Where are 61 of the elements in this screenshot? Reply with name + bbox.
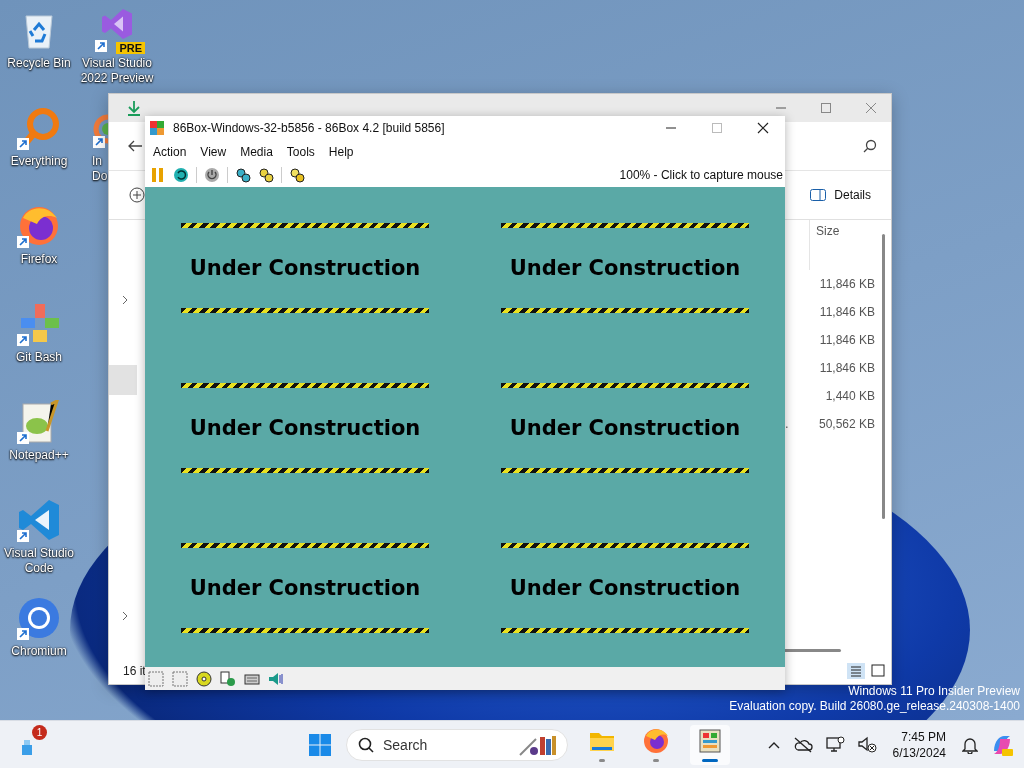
notification-badge: 1	[32, 724, 47, 740]
taskbar-button[interactable]	[690, 724, 730, 765]
banner-text: Under Construction	[189, 255, 421, 282]
banner-text: Under Construction	[509, 575, 741, 602]
size-cell: 11,846 KB	[819, 305, 875, 319]
menu-item[interactable]: Media	[233, 142, 280, 161]
size-cell: 11,846 KB	[819, 277, 875, 291]
app-logo-icon[interactable]	[696, 727, 724, 755]
preview-badge: PRE	[116, 42, 145, 54]
tiles-view-icon[interactable]	[871, 664, 885, 678]
size-cell: 11,846 KB	[819, 361, 875, 375]
speaker-icon[interactable]	[268, 670, 284, 687]
search-icon[interactable]	[863, 139, 877, 153]
display-icon[interactable]	[824, 735, 845, 754]
details-pane-icon	[810, 189, 827, 201]
menu-item[interactable]: View	[193, 142, 234, 161]
menu-item[interactable]: Help	[321, 142, 361, 161]
speaker-muted-icon[interactable]	[856, 735, 877, 754]
clock[interactable]: 7:45 PM 6/13/2024	[888, 728, 950, 761]
column-header[interactable]: Size	[809, 220, 875, 270]
cd-icon[interactable]	[196, 670, 212, 687]
banner-text: Under Construction	[509, 415, 741, 442]
app-logo-icon	[149, 120, 165, 136]
list-view-icon[interactable]	[847, 663, 865, 679]
window-title: 86Box-Windows-32-b5856 - 86Box 4.2 [build 5856]	[173, 121, 446, 135]
close-icon[interactable]	[757, 122, 769, 134]
banner-text: Under Construction	[509, 255, 741, 282]
size-cell: 1,440 KB	[825, 389, 875, 403]
details-button[interactable]: Details	[808, 184, 873, 206]
watermark-text: Evaluation copy. Build 26080.ge_release.240308-1400	[729, 699, 1020, 714]
pause-icon[interactable]	[150, 167, 166, 183]
ring-circle-icon[interactable]	[17, 596, 61, 640]
banner-text: Under Construction	[189, 415, 421, 442]
ring-icon[interactable]	[93, 114, 108, 144]
network-icon[interactable]	[220, 670, 236, 687]
search-icon	[358, 736, 374, 753]
ribbon-icon[interactable]	[17, 498, 61, 542]
back-arrow-icon[interactable]	[127, 139, 143, 153]
download-icon	[127, 100, 141, 116]
bell-icon[interactable]	[962, 735, 978, 754]
item-count: 16 it	[123, 664, 146, 678]
scrollbar[interactable]	[882, 234, 885, 519]
size-cell: 50,562 KB	[818, 417, 875, 431]
menu-item[interactable]: Action	[146, 142, 194, 161]
status-text: 100% - Click to capture mouse	[619, 168, 784, 182]
maximize-icon	[711, 122, 723, 134]
reset-icon[interactable]	[173, 167, 189, 183]
banner-text: Under Construction	[189, 575, 421, 602]
emulator-screen[interactable]: Under Construction Under Construction Under Construction Under Construction Under Construction Under Construction	[145, 187, 785, 667]
fox-globe-icon[interactable]	[17, 204, 61, 248]
new-plus-icon[interactable]	[129, 187, 145, 203]
size-cell: 11,846 KB	[819, 333, 875, 347]
search-field[interactable]: Search	[346, 728, 568, 761]
chevron-right-icon[interactable]	[121, 611, 129, 621]
maximize-icon[interactable]	[820, 102, 832, 114]
start-icon[interactable]	[308, 732, 332, 757]
chevron-right-icon[interactable]	[121, 295, 129, 305]
menu-item[interactable]: Tools	[279, 142, 322, 161]
cloud-off-icon[interactable]	[792, 736, 813, 753]
power-icon[interactable]	[204, 167, 220, 183]
fox-globe-icon[interactable]	[642, 727, 670, 755]
